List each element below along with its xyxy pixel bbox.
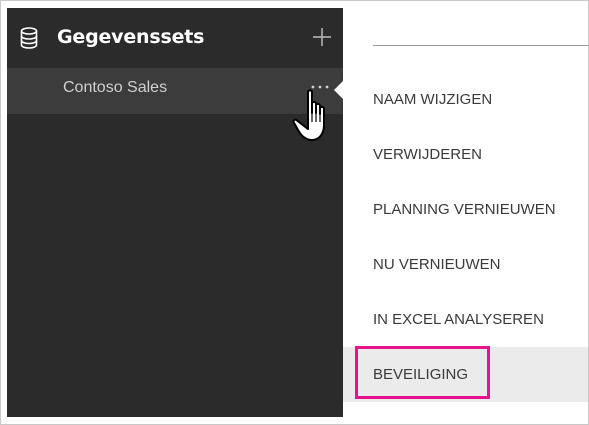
add-dataset-button[interactable] xyxy=(311,26,333,48)
menu-item-label: NU VERNIEUWEN xyxy=(373,256,501,273)
menu-item-rename[interactable]: NAAM WIJZIGEN xyxy=(343,72,589,127)
sidebar-header: Gegevenssets xyxy=(7,8,343,68)
menu-item-analyze-in-excel[interactable]: IN EXCEL ANALYSEREN xyxy=(343,292,589,347)
menu-item-schedule-refresh[interactable]: PLANNING VERNIEUWEN xyxy=(343,182,589,237)
menu-item-delete[interactable]: VERWIJDEREN xyxy=(343,127,589,182)
menu-item-label: PLANNING VERNIEUWEN xyxy=(373,201,556,218)
ellipsis-icon xyxy=(311,85,329,89)
menu-item-label: VERWIJDEREN xyxy=(373,146,482,163)
sidebar-title: Gegevenssets xyxy=(57,26,205,48)
menu-divider xyxy=(373,45,589,46)
menu-item-security[interactable]: BEVEILIGING xyxy=(343,347,589,402)
menu-item-refresh-now[interactable]: NU VERNIEUWEN xyxy=(343,237,589,292)
plus-icon xyxy=(313,28,331,46)
dataset-context-menu: NAAM WIJZIGEN VERWIJDEREN PLANNING VERNI… xyxy=(343,8,589,417)
menu-item-label: BEVEILIGING xyxy=(373,366,469,383)
dataset-item-label: Contoso Sales xyxy=(63,79,168,96)
menu-item-label: IN EXCEL ANALYSEREN xyxy=(373,311,544,328)
datasets-sidebar: Gegevenssets Contoso Sales xyxy=(7,8,343,417)
more-options-button[interactable] xyxy=(307,75,333,99)
database-icon xyxy=(20,27,38,49)
menu-item-label: NAAM WIJZIGEN xyxy=(373,91,493,108)
dataset-item-contoso-sales[interactable]: Contoso Sales xyxy=(7,68,343,114)
